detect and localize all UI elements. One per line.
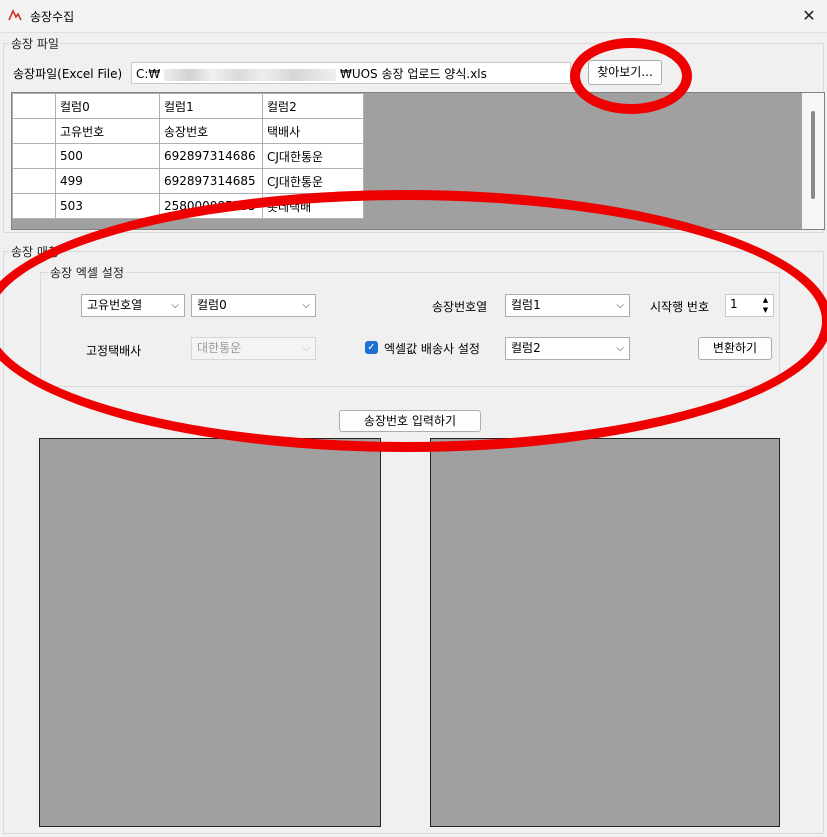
carrier-column-value: 컬럼2 <box>511 341 541 355</box>
chevron-down-icon: ⌵ <box>302 343 310 354</box>
table-row[interactable]: 고유번호 송장번호 택배사 <box>12 118 364 144</box>
table-cell[interactable]: 택배사 <box>262 118 364 144</box>
invoice-file-group-label: 송장 파일 <box>9 35 61 52</box>
convert-button[interactable]: 변환하기 <box>698 337 772 360</box>
excel-carrier-checkbox[interactable]: ✓ <box>365 341 378 354</box>
window-title: 송장수집 <box>30 10 75 24</box>
grid-vertical-scrollbar[interactable] <box>802 93 824 229</box>
fixed-carrier-select: 대한통운 ⌵ <box>191 337 316 360</box>
column-header[interactable]: 컬럼0 <box>55 93 160 119</box>
excel-settings-group-label: 송장 엑셀 설정 <box>48 264 126 281</box>
table-cell[interactable]: 499 <box>55 168 160 194</box>
table-cell[interactable]: 692897314685 <box>159 168 263 194</box>
invoice-column-label: 송장번호열 <box>432 300 488 314</box>
table-cell[interactable]: CJ대한통운 <box>262 168 364 194</box>
id-column-select[interactable]: 컬럼0 ⌵ <box>191 294 316 317</box>
table-cell[interactable]: CJ대한통운 <box>262 143 364 169</box>
left-result-panel[interactable] <box>39 438 381 827</box>
start-row-label: 시작행 번호 <box>650 300 710 314</box>
stepper-up-icon[interactable]: ▲ <box>759 296 772 305</box>
excel-carrier-checkbox-label: 엑셀값 배송사 설정 <box>384 342 480 356</box>
right-result-panel[interactable] <box>430 438 780 827</box>
table-cell[interactable]: 500 <box>55 143 160 169</box>
chevron-down-icon: ⌵ <box>616 300 624 311</box>
path-blur <box>164 68 337 81</box>
column-header[interactable]: 컬럼2 <box>262 93 364 119</box>
table-cell[interactable]: 송장번호 <box>159 118 263 144</box>
table-cell[interactable]: 258000085565 <box>159 193 263 219</box>
start-row-value: 1 <box>730 297 738 311</box>
file-label: 송장파일(Excel File) <box>13 67 123 81</box>
carrier-column-select[interactable]: 컬럼2 ⌵ <box>505 337 630 360</box>
submit-invoice-button[interactable]: 송장번호 입력하기 <box>339 410 481 432</box>
table-cell[interactable]: 고유번호 <box>55 118 160 144</box>
invoice-match-group-label: 송장 매칭 <box>9 243 61 260</box>
row-header <box>12 193 56 219</box>
table-cell[interactable]: 롯데택배 <box>262 193 364 219</box>
table-cell[interactable]: 692897314686 <box>159 143 263 169</box>
start-row-stepper[interactable]: 1 ▲ ▼ <box>725 294 774 317</box>
title-bar: 송장수집 ✕ <box>0 0 827 33</box>
id-column-type-select[interactable]: 고유번호열 ⌵ <box>81 294 185 317</box>
table-row[interactable]: 503 258000085565 롯데택배 <box>12 193 364 219</box>
scrollbar-thumb[interactable] <box>811 111 815 199</box>
table-cell[interactable]: 503 <box>55 193 160 219</box>
row-header <box>12 143 56 169</box>
stepper-down-icon[interactable]: ▼ <box>759 306 772 315</box>
grid-header-row: 컬럼0 컬럼1 컬럼2 <box>12 93 364 119</box>
browse-button[interactable]: 찾아보기... <box>588 60 662 85</box>
table-row[interactable]: 500 692897314686 CJ대한통운 <box>12 143 364 169</box>
file-path-field[interactable]: C:₩ ₩UOS 송장 업로드 양식.xls <box>131 62 571 84</box>
column-header[interactable]: 컬럼1 <box>159 93 263 119</box>
file-path-suffix: ₩UOS 송장 업로드 양식.xls <box>339 67 487 81</box>
app-logo-icon <box>8 9 22 21</box>
table-row[interactable]: 499 692897314685 CJ대한통운 <box>12 168 364 194</box>
grid-table: 컬럼0 컬럼1 컬럼2 고유번호 송장번호 택배사 500 6928973146… <box>12 93 364 219</box>
file-path-prefix: C:₩ <box>136 67 161 81</box>
id-column-type-value: 고유번호열 <box>87 298 143 312</box>
close-icon[interactable]: ✕ <box>796 4 822 28</box>
excel-settings-group <box>40 272 780 387</box>
invoice-column-value: 컬럼1 <box>511 298 541 312</box>
chevron-down-icon: ⌵ <box>302 300 310 311</box>
fixed-carrier-value: 대한통운 <box>197 341 242 355</box>
row-header-corner <box>12 93 56 119</box>
id-column-value: 컬럼0 <box>197 298 227 312</box>
row-header <box>12 168 56 194</box>
excel-preview-grid[interactable]: 컬럼0 컬럼1 컬럼2 고유번호 송장번호 택배사 500 6928973146… <box>11 92 825 230</box>
chevron-down-icon: ⌵ <box>616 343 624 354</box>
fixed-carrier-label: 고정택배사 <box>86 344 142 358</box>
row-header <box>12 118 56 144</box>
invoice-column-select[interactable]: 컬럼1 ⌵ <box>505 294 630 317</box>
chevron-down-icon: ⌵ <box>171 300 179 311</box>
